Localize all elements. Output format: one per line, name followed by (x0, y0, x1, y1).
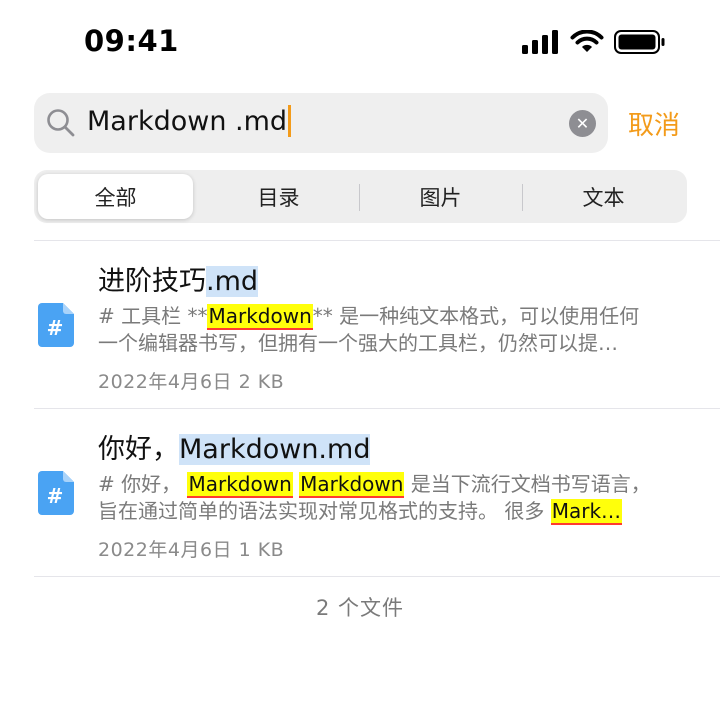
markdown-file-icon: # (38, 303, 74, 351)
status-bar: 09:41 (0, 0, 720, 86)
snippet-match: Markdown (299, 472, 405, 498)
result-count: 2 个文件 (315, 596, 405, 620)
battery-icon (614, 30, 665, 54)
search-result-item[interactable]: # 你好，Markdown.md # 你好， Markdown Markdown… (0, 409, 720, 577)
filter-segmented-control: 全部 目录 图片 文本 (34, 170, 687, 223)
svg-text:#: # (47, 484, 64, 508)
cancel-button[interactable]: 取消 (628, 105, 680, 142)
search-query-text: Markdown .md (87, 105, 288, 137)
search-icon (47, 109, 75, 137)
search-result-item[interactable]: # 进阶技巧.md # 工具栏 **Markdown** 是一种纯文本格式，可以… (0, 241, 720, 409)
snippet-text: # 工具栏 ** (98, 304, 208, 328)
divider (34, 576, 720, 577)
search-input[interactable]: Markdown .md ✕ (34, 93, 608, 153)
result-snippet-line: # 工具栏 **Markdown** 是一种纯文本格式，可以使用任何 (98, 303, 688, 330)
snippet-match: Markdown (187, 472, 293, 498)
result-snippet-line: 旨在通过简单的语法实现对常见格式的支持。 很多 Mark… (98, 498, 688, 525)
markdown-file-icon: # (38, 471, 74, 519)
snippet-text: 一个编辑器书写，但拥有一个强大的工具栏，仍然可以提… (98, 331, 618, 355)
snippet-text: 旨在通过简单的语法实现对常见格式的支持。 很多 (98, 499, 551, 523)
result-meta: 2022年4月6日 2 KB (98, 367, 284, 394)
status-time: 09:41 (84, 24, 179, 58)
result-title-text: 你好， (98, 434, 179, 465)
clear-icon: ✕ (575, 113, 590, 133)
result-title-match: Markdown.md (179, 434, 371, 465)
result-snippet-line: 一个编辑器书写，但拥有一个强大的工具栏，仍然可以提… (98, 330, 688, 357)
svg-text:#: # (47, 316, 64, 340)
result-snippet-line: # 你好， Markdown Markdown 是当下流行文档书写语言， (98, 471, 688, 498)
tab-images[interactable]: 图片 (363, 174, 518, 219)
result-meta: 2022年4月6日 1 KB (98, 535, 284, 562)
segment-divider (359, 184, 360, 211)
result-title-text: 进阶技巧 (98, 266, 206, 297)
search-query: Markdown .md (87, 105, 292, 137)
status-icons (522, 30, 666, 54)
result-title: 你好，Markdown.md (98, 427, 371, 466)
result-size: 1 KB (238, 539, 285, 561)
result-size: 2 KB (238, 371, 285, 393)
clear-search-button[interactable]: ✕ (569, 110, 596, 137)
snippet-match: Mark… (550, 499, 623, 525)
snippet-text: ** 是一种纯文本格式，可以使用任何 (312, 304, 640, 328)
result-title-match: .md (206, 266, 259, 297)
result-date: 2022年4月6日 (98, 371, 233, 393)
search-row: Markdown .md ✕ 取消 (34, 93, 694, 153)
snippet-text: # 你好， (98, 472, 182, 496)
text-caret (288, 105, 292, 137)
result-date: 2022年4月6日 (98, 539, 233, 561)
snippet-text: 是当下流行文档书写语言， (404, 472, 651, 496)
tab-all[interactable]: 全部 (38, 174, 193, 219)
snippet-match: Markdown (207, 304, 313, 330)
segment-divider (522, 184, 523, 211)
tab-directory[interactable]: 目录 (201, 174, 356, 219)
cellular-signal-icon (522, 30, 558, 54)
tab-text[interactable]: 文本 (526, 174, 681, 219)
result-title: 进阶技巧.md (98, 259, 259, 298)
wifi-icon (570, 30, 604, 52)
